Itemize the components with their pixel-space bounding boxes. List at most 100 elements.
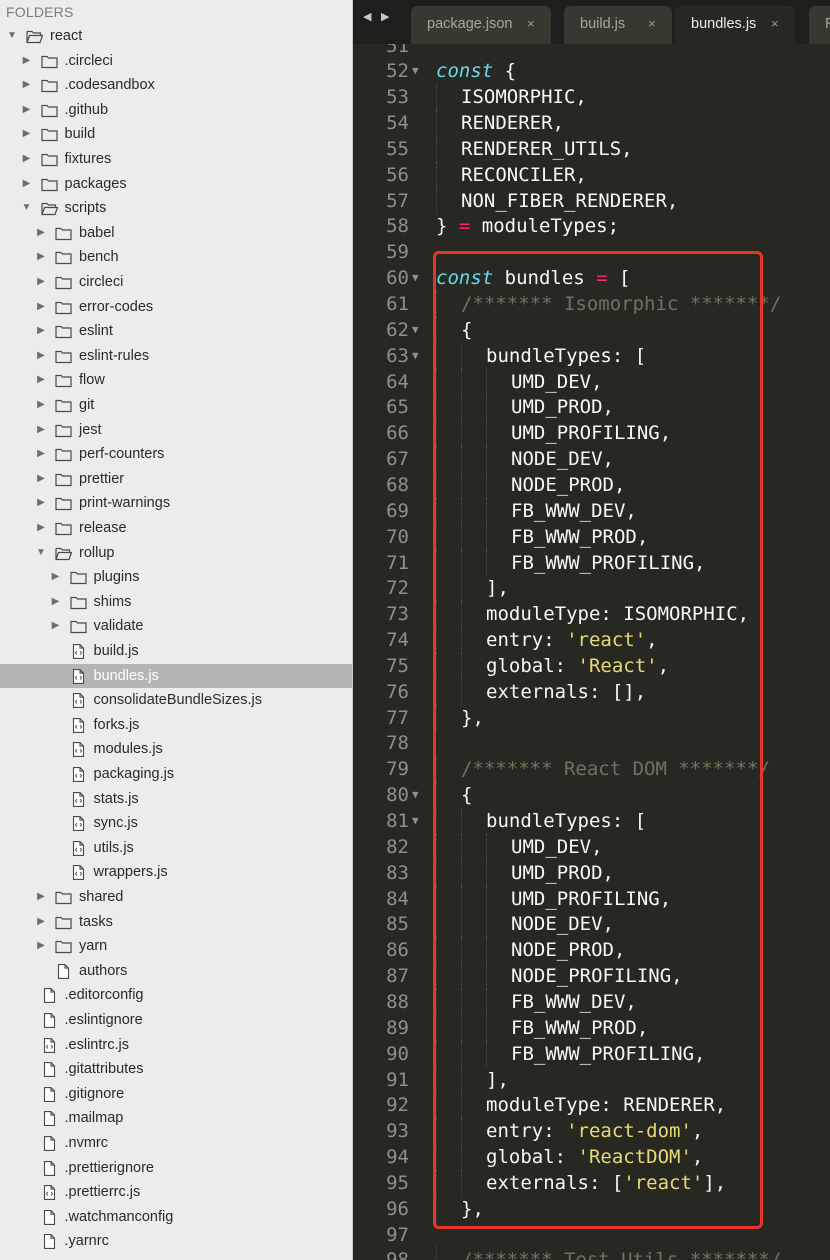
folder-item[interactable]: ▶ babel bbox=[0, 221, 352, 245]
disclosure-closed-icon[interactable]: ▶ bbox=[35, 295, 47, 319]
file-item[interactable]: .eslintrc.js bbox=[0, 1033, 352, 1057]
code-line[interactable]: 78 bbox=[353, 730, 830, 756]
folder-item[interactable]: ▶ print-warnings bbox=[0, 491, 352, 515]
code-line[interactable]: 85 NODE_DEV, bbox=[353, 911, 830, 938]
code-line[interactable]: 76 externals: [], bbox=[353, 678, 830, 705]
code-line[interactable]: 91], bbox=[353, 1066, 830, 1093]
code-line[interactable]: 65 UMD_PROD, bbox=[353, 394, 830, 421]
file-item[interactable]: packaging.js bbox=[0, 762, 352, 786]
tab-package-json[interactable]: package.json × bbox=[411, 6, 551, 44]
disclosure-closed-icon[interactable]: ▶ bbox=[35, 442, 47, 466]
file-item[interactable]: .mailmap bbox=[0, 1106, 352, 1130]
folder-item[interactable]: ▶ git bbox=[0, 393, 352, 417]
folder-item[interactable]: ▶ perf-counters bbox=[0, 442, 352, 466]
code-line[interactable]: 61 /******* Isomorphic *******/ bbox=[353, 291, 830, 317]
file-item[interactable]: stats.js bbox=[0, 787, 352, 811]
close-icon[interactable]: × bbox=[771, 6, 779, 42]
disclosure-closed-icon[interactable]: ▶ bbox=[35, 934, 47, 958]
folder-item[interactable]: ▶ .github bbox=[0, 98, 352, 122]
fold-arrow-icon[interactable]: ▼ bbox=[412, 808, 419, 834]
tab-r[interactable]: R bbox=[809, 6, 830, 44]
disclosure-closed-icon[interactable]: ▶ bbox=[35, 221, 47, 245]
code-line[interactable]: 57 NON_FIBER_RENDERER, bbox=[353, 187, 830, 214]
disclosure-closed-icon[interactable]: ▶ bbox=[50, 565, 62, 589]
code-line[interactable]: 80 ▼ { bbox=[353, 782, 830, 809]
file-item[interactable]: .nvmrc bbox=[0, 1131, 352, 1155]
code-line[interactable]: 98 /******* Test Utils *******/ bbox=[353, 1247, 830, 1260]
disclosure-closed-icon[interactable]: ▶ bbox=[35, 467, 47, 491]
code-line[interactable]: 64 UMD_DEV, bbox=[353, 368, 830, 395]
file-item[interactable]: utils.js bbox=[0, 836, 352, 860]
code-line[interactable]: 95 externals: ['react'], bbox=[353, 1169, 830, 1196]
fold-arrow-icon[interactable]: ▼ bbox=[412, 317, 419, 343]
folder-item[interactable]: ▶ flow bbox=[0, 368, 352, 392]
disclosure-closed-icon[interactable]: ▶ bbox=[21, 98, 33, 122]
file-item[interactable]: .gitattributes bbox=[0, 1057, 352, 1081]
file-item[interactable]: .prettierignore bbox=[0, 1156, 352, 1180]
code-line[interactable]: 90 FB_WWW_PROFILING, bbox=[353, 1040, 830, 1067]
disclosure-closed-icon[interactable]: ▶ bbox=[35, 393, 47, 417]
code-line[interactable]: 77}, bbox=[353, 704, 830, 731]
code-line[interactable]: 86 NODE_PROD, bbox=[353, 937, 830, 964]
code-line[interactable]: 89 FB_WWW_PROD, bbox=[353, 1014, 830, 1041]
code-line[interactable]: 97 bbox=[353, 1222, 830, 1248]
close-icon[interactable]: × bbox=[648, 6, 656, 42]
code-line[interactable]: 74 entry: 'react', bbox=[353, 627, 830, 654]
folder-item[interactable]: ▶ .codesandbox bbox=[0, 73, 352, 97]
disclosure-closed-icon[interactable]: ▶ bbox=[35, 319, 47, 343]
folder-item[interactable]: ▼ scripts bbox=[0, 196, 352, 220]
disclosure-closed-icon[interactable]: ▶ bbox=[21, 172, 33, 196]
folder-item[interactable]: ▶ circleci bbox=[0, 270, 352, 294]
disclosure-closed-icon[interactable]: ▶ bbox=[35, 885, 47, 909]
code-line[interactable]: 73 moduleType: ISOMORPHIC, bbox=[353, 601, 830, 628]
disclosure-open-icon[interactable]: ▼ bbox=[6, 24, 18, 48]
tab-bundles-js[interactable]: bundles.js × bbox=[675, 6, 795, 44]
disclosure-closed-icon[interactable]: ▶ bbox=[35, 910, 47, 934]
folder-item[interactable]: ▶ validate bbox=[0, 614, 352, 638]
folder-item[interactable]: ▶ prettier bbox=[0, 467, 352, 491]
folder-item[interactable]: ▶ jest bbox=[0, 418, 352, 442]
code-line[interactable]: 93 entry: 'react-dom', bbox=[353, 1118, 830, 1145]
code-line[interactable]: 94 global: 'ReactDOM', bbox=[353, 1144, 830, 1171]
folder-item[interactable]: ▶ tasks bbox=[0, 910, 352, 934]
code-line[interactable]: 62 ▼ { bbox=[353, 316, 830, 343]
file-item[interactable]: .gitignore bbox=[0, 1082, 352, 1106]
code-line[interactable]: 66 UMD_PROFILING, bbox=[353, 420, 830, 447]
folder-item[interactable]: ▶ .circleci bbox=[0, 49, 352, 73]
folder-item[interactable]: ▶ bench bbox=[0, 245, 352, 269]
disclosure-closed-icon[interactable]: ▶ bbox=[35, 516, 47, 540]
folder-item[interactable]: ▶ eslint-rules bbox=[0, 344, 352, 368]
code-line[interactable]: 88 FB_WWW_DEV, bbox=[353, 988, 830, 1015]
file-item[interactable]: build.js bbox=[0, 639, 352, 663]
file-item[interactable]: consolidateBundleSizes.js bbox=[0, 688, 352, 712]
fold-arrow-icon[interactable]: ▼ bbox=[412, 343, 419, 369]
file-item[interactable]: sync.js bbox=[0, 811, 352, 835]
code-line[interactable]: 67 NODE_DEV, bbox=[353, 446, 830, 473]
disclosure-closed-icon[interactable]: ▶ bbox=[21, 122, 33, 146]
code-line[interactable]: 81 ▼ bundleTypes: [ bbox=[353, 808, 830, 834]
file-item[interactable]: .editorconfig bbox=[0, 983, 352, 1007]
folder-item[interactable]: ▶ fixtures bbox=[0, 147, 352, 171]
disclosure-closed-icon[interactable]: ▶ bbox=[35, 418, 47, 442]
code-line[interactable]: 54 RENDERER, bbox=[353, 110, 830, 137]
back-arrow-icon[interactable]: ◀ bbox=[363, 10, 371, 23]
code-line[interactable]: 59 bbox=[353, 239, 830, 265]
tab-build-js[interactable]: build.js × bbox=[564, 6, 672, 44]
folder-item[interactable]: ▶ shims bbox=[0, 590, 352, 614]
file-item[interactable]: .prettierrc.js bbox=[0, 1180, 352, 1204]
code-line[interactable]: 75 global: 'React', bbox=[353, 652, 830, 679]
code-line[interactable]: 72], bbox=[353, 575, 830, 602]
disclosure-open-icon[interactable]: ▼ bbox=[35, 541, 47, 565]
disclosure-closed-icon[interactable]: ▶ bbox=[35, 270, 47, 294]
code-line[interactable]: 70 FB_WWW_PROD, bbox=[353, 523, 830, 550]
code-line[interactable]: 96}, bbox=[353, 1195, 830, 1222]
disclosure-closed-icon[interactable]: ▶ bbox=[35, 344, 47, 368]
disclosure-closed-icon[interactable]: ▶ bbox=[21, 147, 33, 171]
code-line[interactable]: 55 RENDERER_UTILS, bbox=[353, 135, 830, 162]
code-line[interactable]: 79 /******* React DOM *******/ bbox=[353, 756, 830, 783]
folder-item[interactable]: ▶ plugins bbox=[0, 565, 352, 589]
folder-item[interactable]: ▶ release bbox=[0, 516, 352, 540]
folder-item[interactable]: ▶ eslint bbox=[0, 319, 352, 343]
fold-arrow-icon[interactable]: ▼ bbox=[412, 782, 419, 808]
code-line[interactable]: 63 ▼ bundleTypes: [ bbox=[353, 342, 830, 369]
